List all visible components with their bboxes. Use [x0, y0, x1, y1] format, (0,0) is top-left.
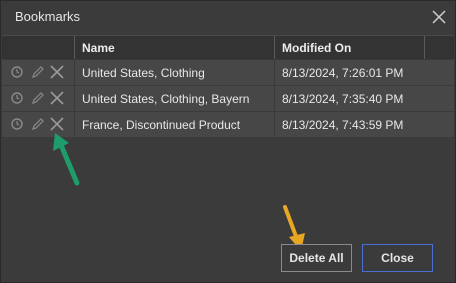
green-arrow-annotation: [53, 133, 80, 186]
column-header-modified[interactable]: Modified On: [282, 41, 351, 55]
edit-icon[interactable]: [31, 117, 45, 131]
bookmark-modified: 8/13/2024, 7:43:59 PM: [282, 118, 404, 132]
header-separator: [274, 36, 275, 59]
delete-icon[interactable]: [50, 91, 64, 105]
edit-icon[interactable]: [31, 91, 45, 105]
bookmark-name: France, Discontinued Product: [82, 118, 241, 132]
column-header-name[interactable]: Name: [82, 41, 115, 55]
bookmark-name: United States, Clothing, Bayern: [82, 92, 250, 106]
edit-icon[interactable]: [31, 65, 45, 79]
table-row[interactable]: United States, Clothing 8/13/2024, 7:26:…: [2, 59, 454, 85]
close-button[interactable]: Close: [362, 244, 433, 272]
apply-icon[interactable]: [10, 65, 24, 79]
column-separator: [274, 86, 275, 111]
bookmarks-table: Name Modified On United States, Clothing…: [2, 35, 454, 137]
header-separator: [424, 36, 425, 59]
column-separator: [74, 86, 75, 111]
bookmark-name: United States, Clothing: [82, 66, 205, 80]
delete-all-button[interactable]: Delete All: [281, 244, 352, 272]
bookmarks-dialog: Bookmarks Name Modified On United States…: [0, 0, 456, 283]
column-separator: [274, 112, 275, 137]
table-header: Name Modified On: [2, 35, 454, 59]
table-row[interactable]: United States, Clothing, Bayern 8/13/202…: [2, 85, 454, 111]
dialog-titlebar: Bookmarks: [1, 1, 455, 33]
header-separator: [74, 36, 75, 59]
dialog-title: Bookmarks: [15, 9, 81, 24]
bookmark-modified: 8/13/2024, 7:35:40 PM: [282, 92, 404, 106]
column-separator: [274, 60, 275, 85]
apply-icon[interactable]: [10, 91, 24, 105]
column-separator: [74, 60, 75, 85]
apply-icon[interactable]: [10, 117, 24, 131]
bookmark-modified: 8/13/2024, 7:26:01 PM: [282, 66, 404, 80]
close-icon[interactable]: [432, 10, 446, 24]
delete-icon[interactable]: [50, 65, 64, 79]
